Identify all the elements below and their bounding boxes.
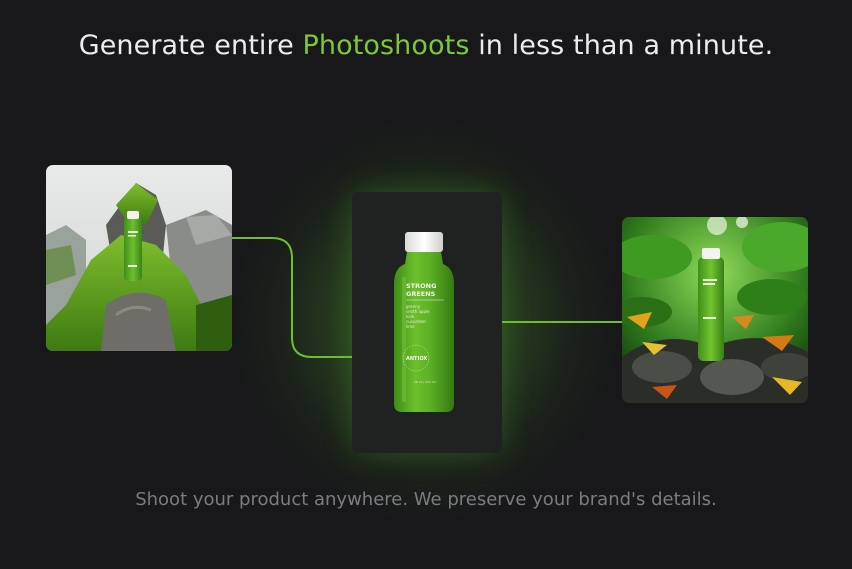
label-brand-top: STRONG — [406, 282, 436, 290]
juice-bottle: STRONG GREENS granny smith apple kale cu… — [394, 232, 454, 412]
product-card: STRONG GREENS granny smith apple kale cu… — [352, 192, 502, 453]
jungle-photo — [622, 217, 808, 403]
label-brand-bottom: GREENS — [406, 290, 436, 298]
label-volume: 16 oz / 473 ml — [414, 380, 436, 384]
hero-section: Generate entire Photoshoots in less than… — [0, 0, 852, 569]
moss-rock-photo — [46, 165, 232, 351]
label-maker: ANTIOX — [406, 356, 427, 362]
subline: Shoot your product anywhere. We preserve… — [135, 489, 717, 510]
connector-left — [232, 237, 352, 358]
label-ingredient: lime — [406, 324, 415, 329]
